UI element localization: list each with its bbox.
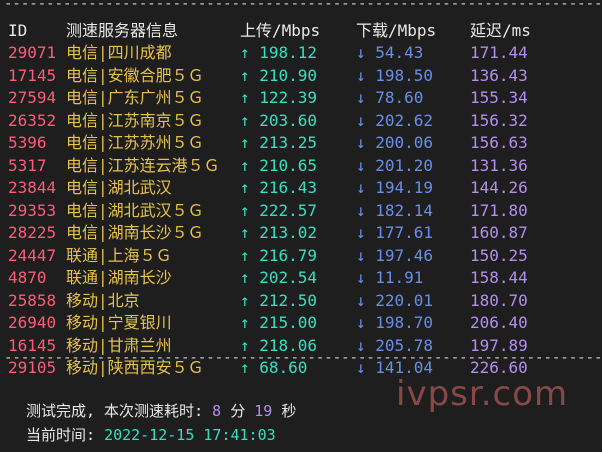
- duration-seconds: 19: [254, 402, 273, 420]
- header-server: 测速服务器信息: [66, 21, 179, 40]
- duration-minutes: 8: [212, 402, 222, 420]
- download-speed: ↓ 202.62: [356, 110, 434, 130]
- separator-bottom: ----------------------------------------…: [4, 350, 600, 366]
- server-name: 电信|广东广州５Ｇ: [66, 88, 204, 107]
- table-row: 28225 电信|湖南长沙５Ｇ ↑ 213.02 ↓ 177.61 160.87: [0, 222, 602, 244]
- upload-speed: ↑ 222.57: [240, 200, 318, 220]
- header-latency: 延迟/ms: [470, 21, 531, 40]
- server-name: 电信|江苏南京５Ｇ: [66, 110, 204, 130]
- upload-speed: ↑ 216.43: [240, 178, 318, 197]
- table-row: 26352 电信|江苏南京５Ｇ ↑ 203.60 ↓ 202.62 156.32: [0, 110, 602, 132]
- table-header: ID 测速服务器信息 上传/Mbps 下载/Mbps 延迟/ms: [0, 20, 602, 42]
- footer-completed: 测试完成, 本次测速耗时: 8 分 19 秒: [26, 400, 296, 422]
- latency-value: 156.63: [470, 133, 528, 152]
- server-name: 联通|湖南长沙: [66, 268, 172, 287]
- header-upload: 上传/Mbps: [240, 21, 321, 40]
- server-name: 电信|安徽合肥５Ｇ: [66, 65, 204, 85]
- upload-speed: ↑ 216.79: [240, 245, 318, 265]
- completed-label: 测试完成, 本次测速耗时:: [26, 402, 204, 420]
- upload-speed: ↑ 203.60: [240, 110, 318, 130]
- server-name: 电信|湖南长沙５Ｇ: [66, 223, 204, 242]
- download-speed: ↓ 54.43: [356, 43, 424, 62]
- server-name: 电信|江苏连云港５Ｇ: [66, 155, 220, 175]
- upload-speed: ↑ 210.65: [240, 155, 318, 175]
- server-name: 联通|上海５Ｇ: [66, 245, 172, 265]
- latency-value: 206.40: [470, 313, 528, 332]
- server-id: 28225: [8, 223, 57, 242]
- server-id: 23844: [8, 178, 57, 197]
- latency-value: 171.44: [470, 43, 528, 62]
- seconds-unit: 秒: [281, 402, 297, 420]
- download-speed: ↓ 198.50: [356, 65, 434, 85]
- table-row: 17145 电信|安徽合肥５Ｇ ↑ 210.90 ↓ 198.50 136.43: [0, 65, 602, 87]
- upload-speed: ↑ 212.50: [240, 290, 318, 310]
- time-value: 2022-12-15 17:41:03: [104, 426, 276, 444]
- minutes-unit: 分: [230, 402, 246, 420]
- table-row: 5317 电信|江苏连云港５Ｇ ↑ 210.65 ↓ 201.20 131.36: [0, 155, 602, 177]
- footer-time: 当前时间: 2022-12-15 17:41:03: [26, 424, 276, 446]
- download-speed: ↓ 182.14: [356, 200, 434, 220]
- server-id: 26352: [8, 110, 57, 130]
- download-speed: ↓ 197.46: [356, 245, 434, 265]
- table-row: 24447 联通|上海５Ｇ ↑ 216.79 ↓ 197.46 150.25: [0, 245, 602, 267]
- download-speed: ↓ 11.91: [356, 268, 424, 287]
- server-name: 移动|宁夏银川: [66, 313, 172, 332]
- terminal-window: ----------------------------------------…: [0, 0, 602, 452]
- table-row: 29071 电信|四川成都 ↑ 198.12 ↓ 54.43 171.44: [0, 42, 602, 64]
- latency-value: 155.34: [470, 88, 528, 107]
- download-speed: ↓ 177.61: [356, 223, 434, 242]
- server-name: 电信|江苏苏州５Ｇ: [66, 133, 204, 152]
- table-row: 29353 电信|湖北武汉５Ｇ ↑ 222.57 ↓ 182.14 171.80: [0, 200, 602, 222]
- download-speed: ↓ 201.20: [356, 155, 434, 175]
- upload-speed: ↑ 202.54: [240, 268, 318, 287]
- server-id: 27594: [8, 88, 57, 107]
- server-name: 电信|湖北武汉: [66, 178, 172, 197]
- separator-top: ----------------------------------------…: [4, 0, 600, 12]
- latency-value: 171.80: [470, 200, 528, 220]
- server-id: 29353: [8, 200, 57, 220]
- server-name: 电信|四川成都: [66, 43, 172, 62]
- upload-speed: ↑ 122.39: [240, 88, 318, 107]
- latency-value: 136.43: [470, 65, 528, 85]
- latency-value: 144.26: [470, 178, 528, 197]
- server-name: 电信|湖北武汉５Ｇ: [66, 200, 204, 220]
- table-row: 26940 移动|宁夏银川 ↑ 215.00 ↓ 198.70 206.40: [0, 312, 602, 334]
- upload-speed: ↑ 213.02: [240, 223, 318, 242]
- server-id: 4870: [8, 268, 47, 287]
- upload-speed: ↑ 210.90: [240, 65, 318, 85]
- header-id: ID: [8, 21, 28, 40]
- download-speed: ↓ 194.19: [356, 178, 434, 197]
- download-speed: ↓ 220.01: [356, 290, 434, 310]
- server-id: 5317: [8, 155, 47, 175]
- table-row: 25858 移动|北京 ↑ 212.50 ↓ 220.01 180.70: [0, 290, 602, 312]
- upload-speed: ↑ 198.12: [240, 43, 318, 62]
- download-speed: ↓ 78.60: [356, 88, 424, 107]
- latency-value: 158.44: [470, 268, 528, 287]
- server-name: 移动|北京: [66, 290, 140, 310]
- table-row: 27594 电信|广东广州５Ｇ ↑ 122.39 ↓ 78.60 155.34: [0, 87, 602, 109]
- table-row: 23844 电信|湖北武汉 ↑ 216.43 ↓ 194.19 144.26: [0, 177, 602, 199]
- latency-value: 180.70: [470, 290, 528, 310]
- header-download: 下载/Mbps: [356, 21, 437, 40]
- upload-speed: ↑ 215.00: [240, 313, 318, 332]
- server-id: 17145: [8, 65, 57, 85]
- latency-value: 160.87: [470, 223, 528, 242]
- time-label: 当前时间:: [26, 426, 96, 444]
- server-id: 26940: [8, 313, 57, 332]
- server-id: 29071: [8, 43, 57, 62]
- download-speed: ↓ 200.06: [356, 133, 434, 152]
- server-id: 5396: [8, 133, 47, 152]
- upload-speed: ↑ 213.25: [240, 133, 318, 152]
- table-row: 4870 联通|湖南长沙 ↑ 202.54 ↓ 11.91 158.44: [0, 267, 602, 289]
- watermark: ivpsr.com: [396, 374, 569, 414]
- latency-value: 131.36: [470, 155, 528, 175]
- latency-value: 150.25: [470, 245, 528, 265]
- latency-value: 156.32: [470, 110, 528, 130]
- server-id: 25858: [8, 290, 57, 310]
- download-speed: ↓ 198.70: [356, 313, 434, 332]
- table-row: 5396 电信|江苏苏州５Ｇ ↑ 213.25 ↓ 200.06 156.63: [0, 132, 602, 154]
- server-id: 24447: [8, 245, 57, 265]
